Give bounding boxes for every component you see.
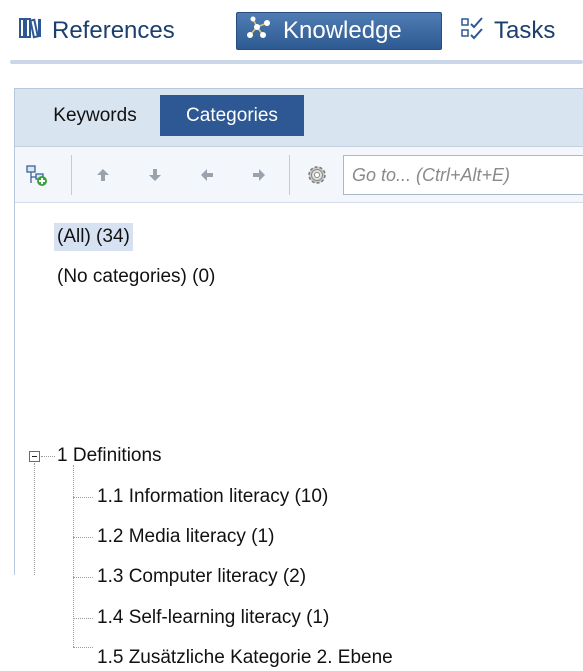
main-navigation-bar: References Knowledge Tasks <box>0 0 583 64</box>
tree-connector <box>73 647 93 648</box>
tree-connector <box>41 456 55 457</box>
tree-connector <box>73 465 74 647</box>
checklist-icon <box>460 15 486 48</box>
tree-item-information-literacy[interactable]: 1.1 Information literacy (10) <box>97 484 328 510</box>
tree-connector <box>73 577 93 578</box>
add-category-icon <box>26 165 47 186</box>
tree-connector <box>73 537 93 538</box>
arrow-up-icon <box>97 169 109 181</box>
add-category-button[interactable] <box>23 161 51 189</box>
navigation-divider <box>10 60 583 64</box>
move-left-button[interactable] <box>193 161 221 189</box>
gear-icon <box>308 166 326 184</box>
tree-item-no-categories[interactable]: (No categories) (0) <box>57 264 215 290</box>
goto-search-input[interactable]: Go to... (Ctrl+Alt+E) <box>343 155 583 195</box>
move-down-button[interactable] <box>141 161 169 189</box>
tree-connector <box>73 618 93 619</box>
tree-item-self-learning-literacy[interactable]: 1.4 Self-learning literacy (1) <box>97 605 329 631</box>
nav-tasks-button[interactable]: Tasks <box>452 12 583 50</box>
arrow-down-icon <box>149 169 161 181</box>
settings-button[interactable] <box>303 161 331 189</box>
categories-panel: Keywords Categories Go to... (Ctrl+Alt+E… <box>14 88 583 668</box>
arrow-left-icon <box>201 169 213 181</box>
tab-keywords[interactable]: Keywords <box>25 95 165 136</box>
tree-item-all[interactable]: (All) (34) <box>54 223 133 251</box>
nav-knowledge-button[interactable]: Knowledge <box>236 12 442 50</box>
tree-item-additional-category[interactable]: 1.5 Zusätzliche Kategorie 2. Ebene <box>97 645 393 671</box>
library-icon <box>18 15 44 48</box>
network-icon <box>245 15 275 48</box>
nav-references-button[interactable]: References <box>10 12 228 50</box>
tree-item-media-literacy[interactable]: 1.2 Media literacy (1) <box>97 524 274 550</box>
category-toolbar: Go to... (Ctrl+Alt+E) <box>15 146 583 203</box>
arrow-right-icon <box>253 169 265 181</box>
toolbar-separator <box>289 155 290 195</box>
move-up-button[interactable] <box>89 161 117 189</box>
nav-references-label: References <box>52 17 175 44</box>
collapse-toggle-icon[interactable] <box>29 451 40 462</box>
tree-connector <box>73 497 93 498</box>
tab-categories[interactable]: Categories <box>160 95 304 136</box>
nav-knowledge-label: Knowledge <box>283 17 402 44</box>
tree-item-computer-literacy[interactable]: 1.3 Computer literacy (2) <box>97 564 306 590</box>
panel-tab-bar: Keywords Categories <box>15 89 583 146</box>
category-tree: (All) (34) (No categories) (0) 1 Definit… <box>15 203 583 668</box>
tree-connector <box>34 463 35 575</box>
nav-tasks-label: Tasks <box>494 17 556 44</box>
move-right-button[interactable] <box>245 161 273 189</box>
toolbar-separator <box>71 155 72 195</box>
